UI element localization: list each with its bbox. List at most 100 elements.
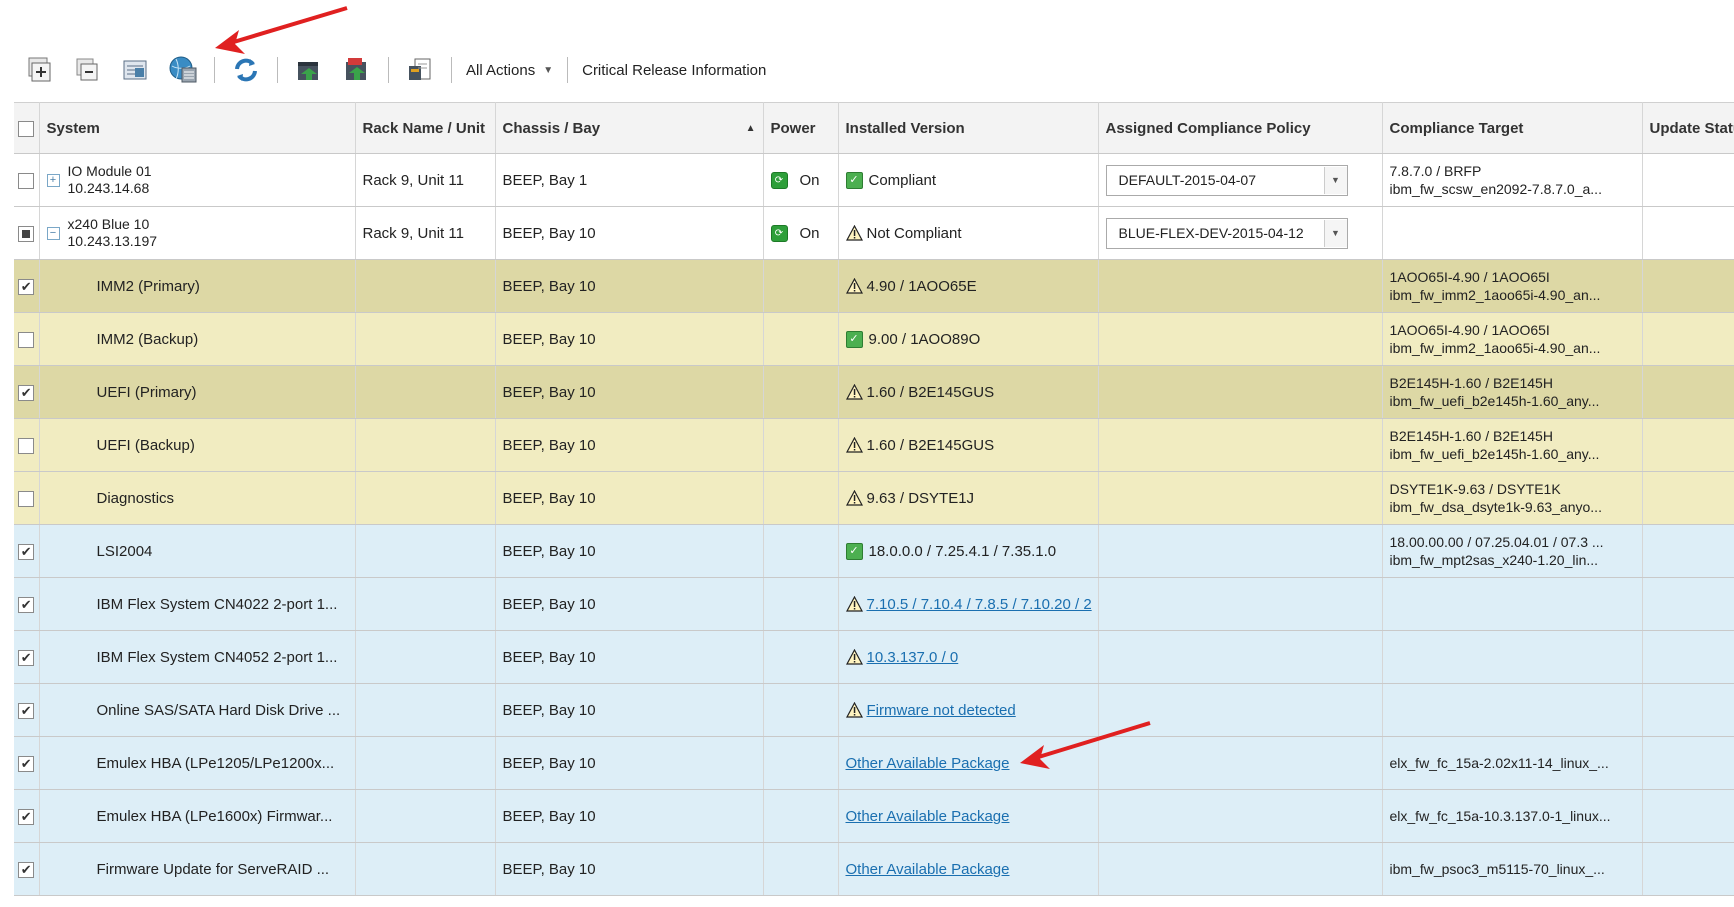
system-cell[interactable]: IMM2 (Primary) xyxy=(39,259,356,313)
chassis-cell: BEEP, Bay 10 xyxy=(495,365,764,419)
system-cell[interactable]: UEFI (Backup) xyxy=(39,418,356,472)
row-checkbox[interactable] xyxy=(18,437,35,454)
all-actions-dropdown[interactable]: All Actions ▼ xyxy=(466,62,553,79)
row-checkbox[interactable] xyxy=(18,225,35,242)
installed-version-cell[interactable]: Other Available Package xyxy=(838,736,1099,790)
select-all-header[interactable] xyxy=(14,102,40,154)
installed-version-cell[interactable]: Firmware not detected xyxy=(838,683,1099,737)
system-cell[interactable]: Emulex HBA (LPe1205/LPe1200x... xyxy=(39,736,356,790)
system-cell[interactable]: Emulex HBA (LPe1600x) Firmwar... xyxy=(39,789,356,843)
column-header-power[interactable]: Power xyxy=(763,102,839,154)
column-header-compliance-policy[interactable]: Assigned Compliance Policy xyxy=(1098,102,1383,154)
table-row[interactable]: ✔ Firmware Update for ServeRAID ... BEEP, … xyxy=(14,842,1734,896)
chevron-down-icon[interactable]: ▼ xyxy=(1323,166,1347,194)
table-row[interactable]: ✔ Emulex HBA (LPe1600x) Firmwar... BEEP, B… xyxy=(14,789,1734,843)
row-select-cell[interactable]: ✔ xyxy=(14,683,40,737)
installed-version-cell[interactable]: Other Available Package xyxy=(838,789,1099,843)
system-cell[interactable]: Firmware Update for ServeRAID ... xyxy=(39,842,356,896)
system-cell[interactable]: Online SAS/SATA Hard Disk Drive ... xyxy=(39,683,356,737)
compliance-policy-select[interactable]: DEFAULT-2015-04-07 ▼ xyxy=(1105,164,1348,196)
installed-version-cell[interactable]: 10.3.137.0 / 0 xyxy=(838,630,1099,684)
row-checkbox[interactable]: ✔ xyxy=(18,861,35,878)
row-select-cell[interactable]: ✔ xyxy=(14,842,40,896)
installed-version-text[interactable]: 7.10.5 / 7.10.4 / 7.8.5 / 7.10.20 / 2 xyxy=(867,596,1092,613)
row-select-cell[interactable]: ✔ xyxy=(14,259,40,313)
table-row[interactable]: UEFI (Backup) BEEP, Bay 10 1.60 / B2E145GU… xyxy=(14,418,1734,472)
system-cell[interactable]: Diagnostics xyxy=(39,471,356,525)
row-select-cell[interactable]: ✔ xyxy=(14,630,40,684)
system-cell[interactable]: − x240 Blue 10 10.243.13.197 xyxy=(39,206,356,260)
row-select-cell[interactable] xyxy=(14,418,40,472)
row-checkbox[interactable]: ✔ xyxy=(18,278,35,295)
row-checkbox[interactable]: ✔ xyxy=(18,755,35,772)
compliance-policy-select[interactable]: BLUE-FLEX-DEV-2015-04-12 ▼ xyxy=(1105,217,1348,249)
installed-version-cell: 1.60 / B2E145GUS xyxy=(838,365,1099,419)
report-icon[interactable] xyxy=(403,53,437,87)
system-cell[interactable]: IBM Flex System CN4022 2-port 1... xyxy=(39,577,356,631)
row-select-cell[interactable] xyxy=(14,153,40,207)
select-all-checkbox[interactable] xyxy=(18,120,35,137)
table-row[interactable]: ✔ IMM2 (Primary) BEEP, Bay 10 4.90 / 1AOO65… xyxy=(14,259,1734,313)
row-select-cell[interactable]: ✔ xyxy=(14,365,40,419)
row-select-cell[interactable]: ✔ xyxy=(14,577,40,631)
table-row[interactable]: ✔ UEFI (Primary) BEEP, Bay 10 1.60 / B2E145… xyxy=(14,365,1734,419)
column-header-system[interactable]: System xyxy=(39,102,356,154)
chevron-down-icon[interactable]: ▼ xyxy=(1323,219,1347,247)
table-row[interactable]: + IO Module 01 10.243.14.68 Rack 9, Unit 11… xyxy=(14,153,1734,207)
table-row[interactable]: ✔ Online SAS/SATA Hard Disk Drive ... BEEP… xyxy=(14,683,1734,737)
compliance-target-line: elx_fw_fc_15a-10.3.137.0-1_linux... xyxy=(1389,808,1611,824)
row-checkbox[interactable]: ✔ xyxy=(18,649,35,666)
system-cell[interactable]: + IO Module 01 10.243.14.68 xyxy=(39,153,356,207)
row-checkbox[interactable]: ✔ xyxy=(18,596,35,613)
collapse-all-icon[interactable] xyxy=(70,53,104,87)
row-checkbox[interactable]: ✔ xyxy=(18,384,35,401)
compliance-target-cell: DSYTE1K-9.63 / DSYTE1K ibm_fw_dsa_dsyte1k… xyxy=(1382,471,1643,525)
table-row[interactable]: ✔ IBM Flex System CN4052 2-port 1... BEEP,… xyxy=(14,630,1734,684)
row-select-cell[interactable]: ✔ xyxy=(14,736,40,790)
column-header-installed-version[interactable]: Installed Version xyxy=(838,102,1099,154)
system-cell[interactable]: IMM2 (Backup) xyxy=(39,312,356,366)
row-checkbox[interactable]: ✔ xyxy=(18,702,35,719)
row-checkbox[interactable]: ✔ xyxy=(18,808,35,825)
table-row[interactable]: ✔ IBM Flex System CN4022 2-port 1... BEEP,… xyxy=(14,577,1734,631)
row-select-cell[interactable] xyxy=(14,206,40,260)
installed-version-text[interactable]: Other Available Package xyxy=(846,755,1010,772)
installed-version-text[interactable]: 10.3.137.0 / 0 xyxy=(867,649,959,666)
table-row[interactable]: ✔ LSI2004 BEEP, Bay 10 ✓ 18.0.0.0 / 7.25.4.1… xyxy=(14,524,1734,578)
row-checkbox[interactable] xyxy=(18,490,35,507)
installed-version-cell[interactable]: 7.10.5 / 7.10.4 / 7.8.5 / 7.10.20 / 2 xyxy=(838,577,1099,631)
row-select-cell[interactable]: ✔ xyxy=(14,524,40,578)
system-cell[interactable]: IBM Flex System CN4052 2-port 1... xyxy=(39,630,356,684)
column-header-chassis[interactable]: Chassis / Bay ▲ xyxy=(495,102,764,154)
expand-icon[interactable]: + xyxy=(46,173,60,187)
expand-all-icon[interactable] xyxy=(22,53,56,87)
import-icon[interactable] xyxy=(340,53,374,87)
policy-cell xyxy=(1098,683,1383,737)
refresh-icon[interactable] xyxy=(229,53,263,87)
row-checkbox[interactable] xyxy=(18,172,35,189)
row-select-cell[interactable]: ✔ xyxy=(14,789,40,843)
policy-cell xyxy=(1098,259,1383,313)
column-header-update-status[interactable]: Update Statu xyxy=(1642,102,1734,154)
collapse-icon[interactable]: − xyxy=(46,226,60,240)
export-icon[interactable] xyxy=(292,53,326,87)
system-cell[interactable]: LSI2004 xyxy=(39,524,356,578)
row-select-cell[interactable] xyxy=(14,312,40,366)
system-cell[interactable]: UEFI (Primary) xyxy=(39,365,356,419)
row-select-cell[interactable] xyxy=(14,471,40,525)
inventory-icon[interactable] xyxy=(118,53,152,87)
critical-release-info-button[interactable]: Critical Release Information xyxy=(582,62,766,79)
installed-version-text[interactable]: Firmware not detected xyxy=(867,702,1016,719)
column-header-compliance-target[interactable]: Compliance Target xyxy=(1382,102,1643,154)
globe-update-icon[interactable] xyxy=(166,53,200,87)
table-row[interactable]: − x240 Blue 10 10.243.13.197 Rack 9, Unit 1… xyxy=(14,206,1734,260)
table-row[interactable]: IMM2 (Backup) BEEP, Bay 10 ✓ 9.00 / 1AOO89O… xyxy=(14,312,1734,366)
row-checkbox[interactable]: ✔ xyxy=(18,543,35,560)
installed-version-text[interactable]: Other Available Package xyxy=(846,861,1010,878)
table-row[interactable]: ✔ Emulex HBA (LPe1205/LPe1200x... BEEP, Ba… xyxy=(14,736,1734,790)
installed-version-text[interactable]: Other Available Package xyxy=(846,808,1010,825)
installed-version-cell[interactable]: Other Available Package xyxy=(838,842,1099,896)
table-row[interactable]: Diagnostics BEEP, Bay 10 9.63 / DSYTE1J DSY… xyxy=(14,471,1734,525)
column-header-rack[interactable]: Rack Name / Unit xyxy=(355,102,496,154)
row-checkbox[interactable] xyxy=(18,331,35,348)
